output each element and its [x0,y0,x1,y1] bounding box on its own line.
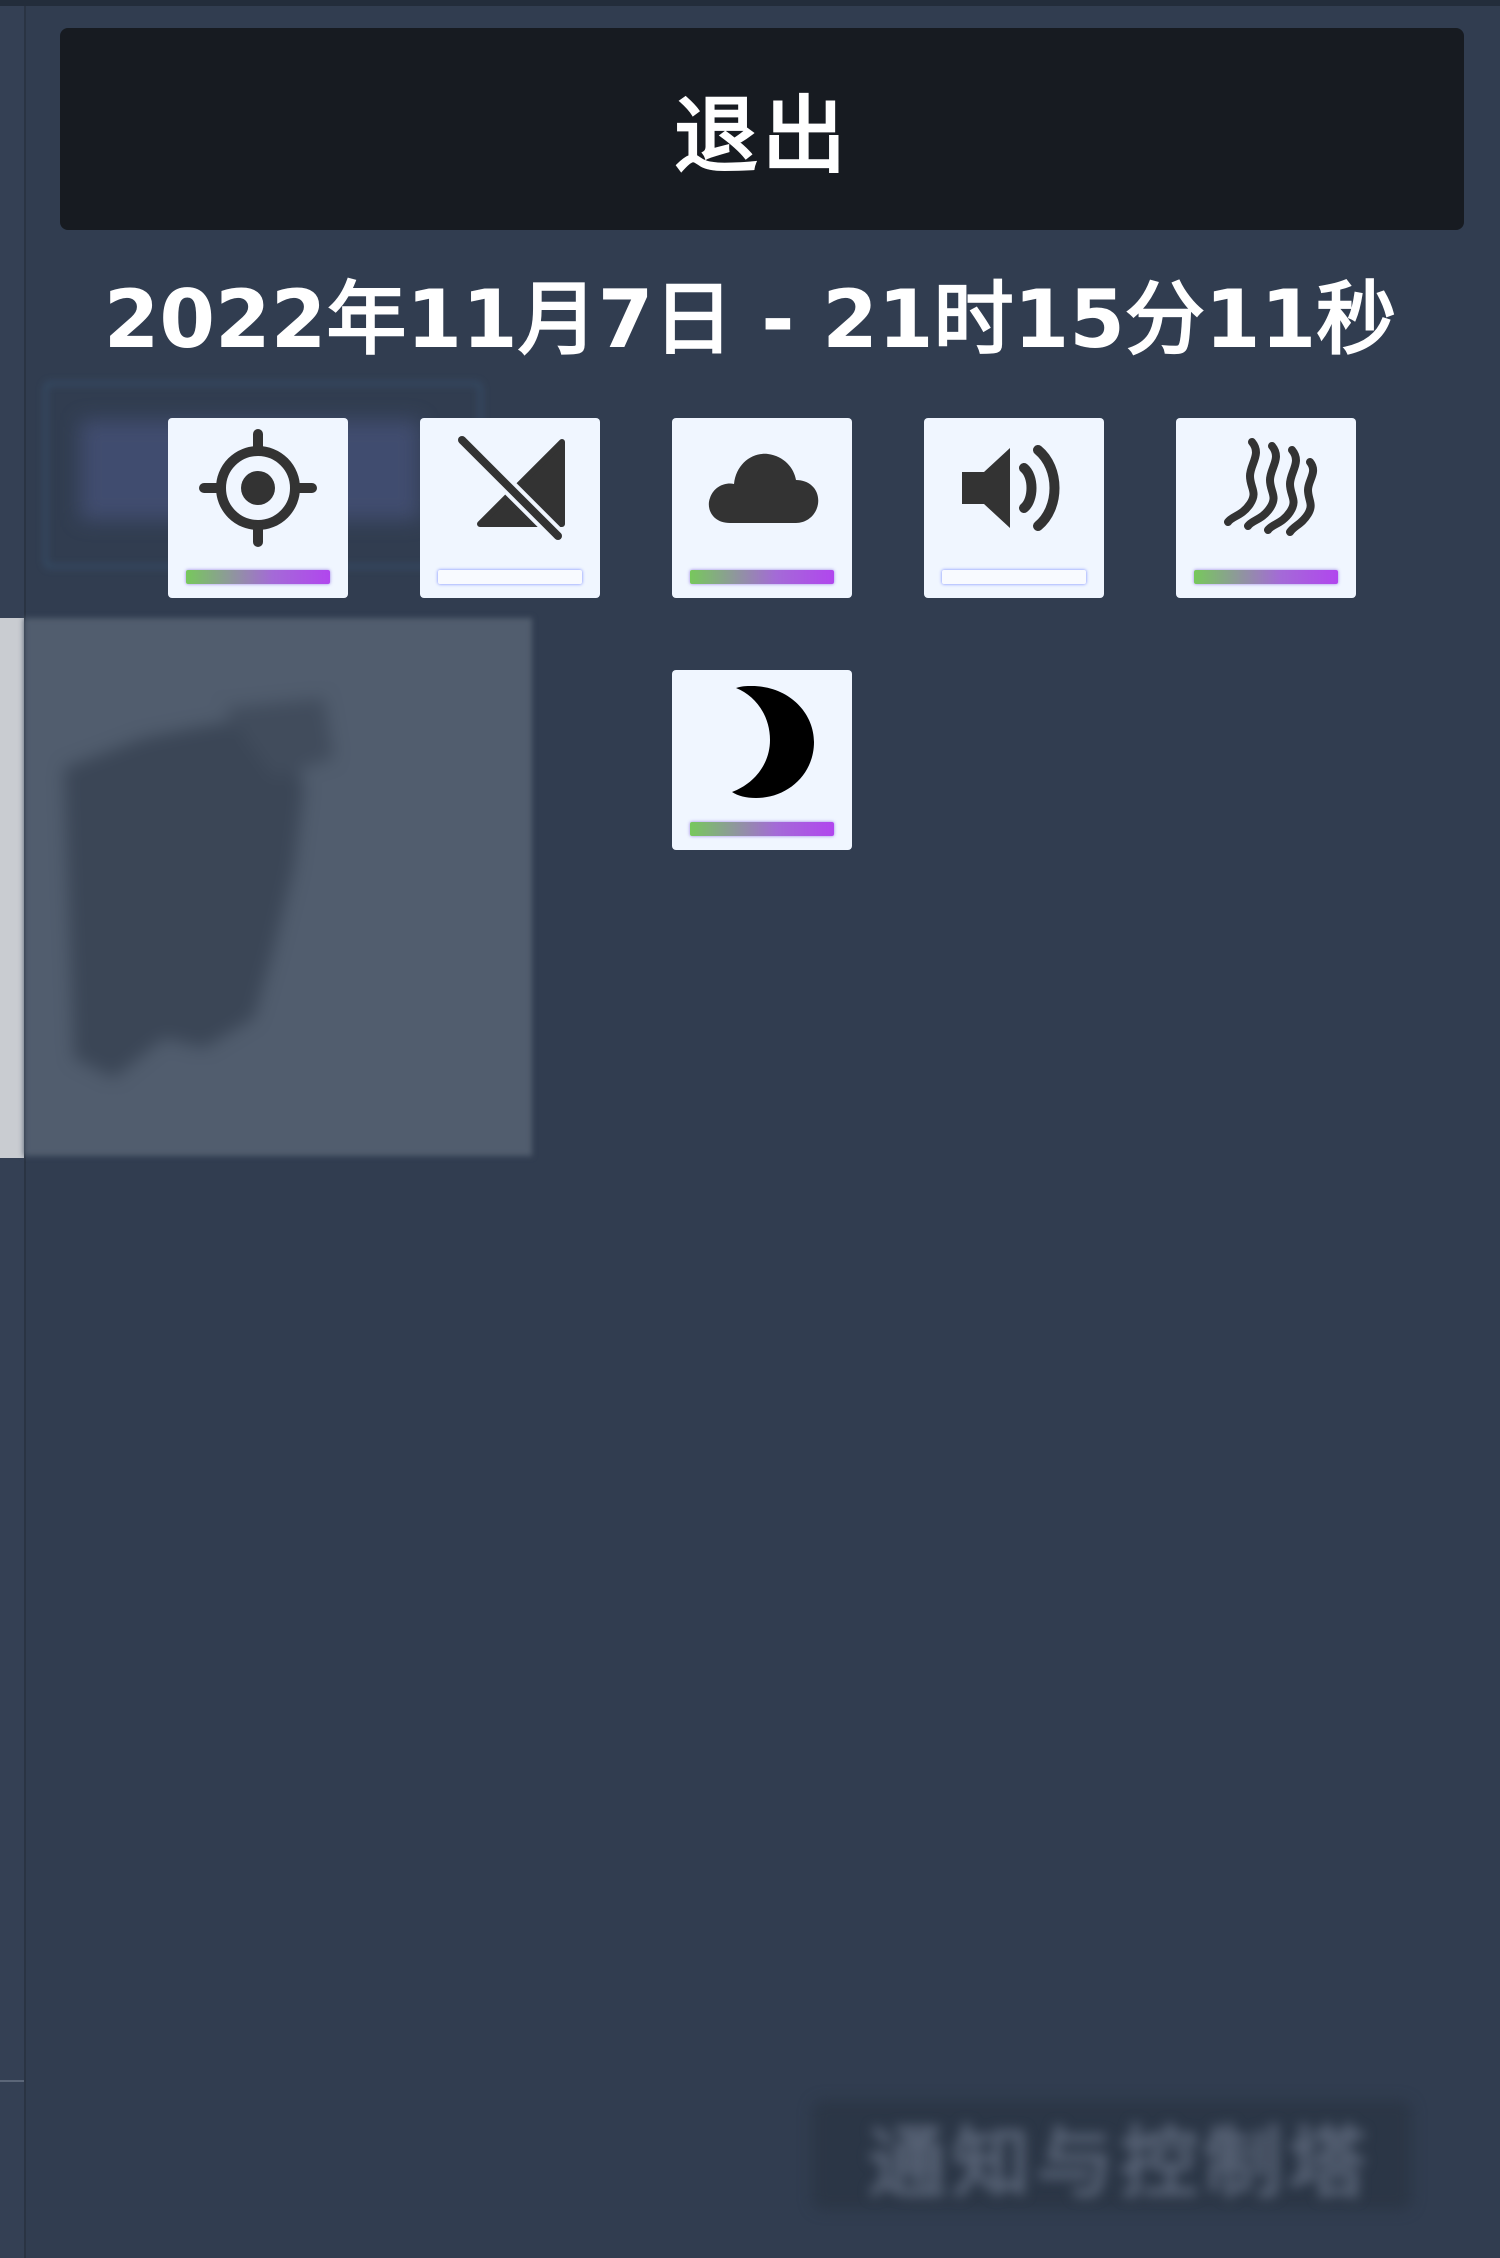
cellular-signal-off-icon [450,428,570,548]
toggle-sound[interactable] [924,418,1104,598]
datetime-display: 2022年11月7日 - 21时15分11秒 [103,273,1397,366]
speaker-volume-icon [954,428,1074,548]
background-divider [0,2080,24,2082]
toggle-night-mode-state-bar [690,822,834,836]
location-crosshair-icon [198,428,318,548]
toggle-cloud[interactable] [672,418,852,598]
background-left-white-block [0,618,24,1158]
toggle-cellular[interactable] [420,418,600,598]
toggle-location[interactable] [168,418,348,598]
toggle-cloud-state-bar [690,570,834,584]
toggle-sound-state-bar [942,570,1086,584]
wavy-lines-icon [1206,428,1326,548]
toggle-haptics-state-bar [1194,570,1338,584]
toggle-location-state-bar [186,570,330,584]
toggle-night-mode[interactable] [672,670,852,850]
moon-icon [702,680,822,800]
toggle-cellular-state-bar [438,570,582,584]
cloud-icon [702,428,822,548]
exit-button[interactable]: 退出 [60,28,1464,230]
control-panel: 退出 2022年11月7日 - 21时15分11秒 [24,0,1500,2258]
toggle-haptics[interactable] [1176,418,1356,598]
